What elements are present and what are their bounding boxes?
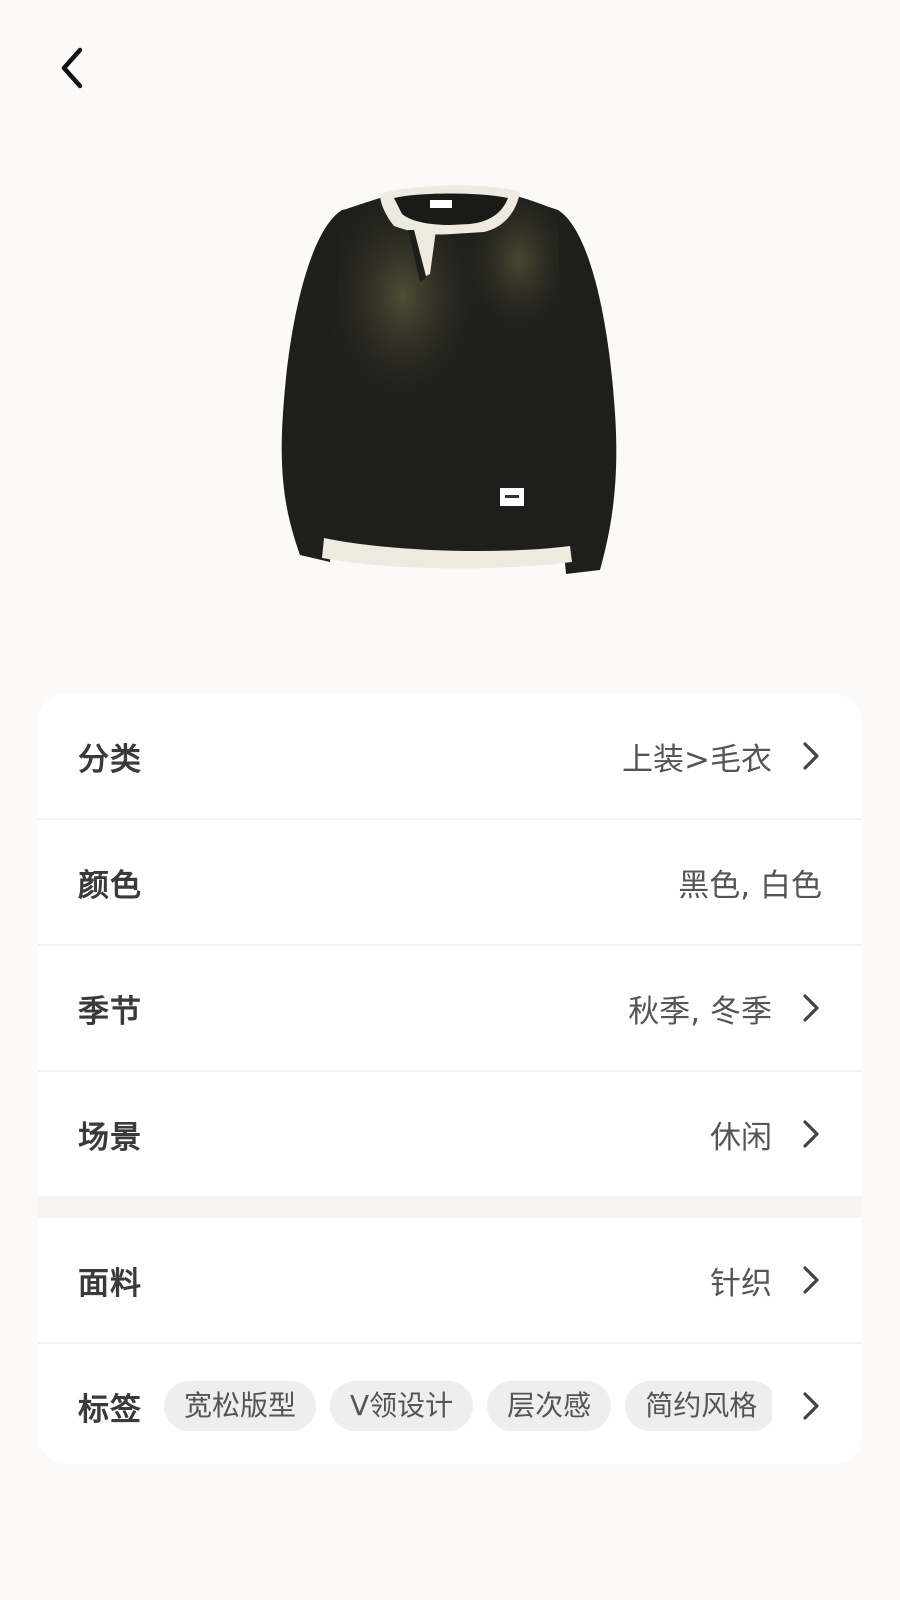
tag-chip[interactable]: 宽松版型: [164, 1381, 317, 1431]
chevron-right-icon: [788, 1114, 822, 1154]
tag-chip[interactable]: 层次感: [487, 1381, 612, 1431]
back-button[interactable]: [44, 40, 100, 96]
product-image: [270, 170, 630, 600]
chevron-right-icon: [788, 988, 822, 1028]
item-detail-page: 分类 上装>毛衣 颜色 黑色, 白色 季节 秋季, 冬季 场景 休闲 面料 针织…: [0, 0, 900, 1600]
row-fabric[interactable]: 面料 针织: [38, 1218, 862, 1342]
fabric-label: 面料: [78, 1265, 142, 1302]
row-season[interactable]: 季节 秋季, 冬季: [38, 946, 862, 1070]
chevron-right-icon: [788, 1260, 822, 1300]
section-separator: [38, 1196, 862, 1218]
row-tags[interactable]: 标签 宽松版型 V领设计 层次感 简约风格: [38, 1344, 862, 1464]
row-category[interactable]: 分类 上装>毛衣: [38, 694, 862, 818]
row-color: 颜色 黑色, 白色: [38, 820, 862, 944]
tag-list: 宽松版型 V领设计 层次感 简约风格: [164, 1381, 772, 1431]
chevron-right-icon: [788, 736, 822, 776]
tag-chip[interactable]: V领设计: [330, 1381, 474, 1431]
attributes-card: 分类 上装>毛衣 颜色 黑色, 白色 季节 秋季, 冬季 场景 休闲 面料 针织…: [38, 694, 862, 1464]
color-value: 黑色, 白色: [678, 867, 822, 904]
chevron-right-icon: [788, 1386, 822, 1426]
season-value: 秋季, 冬季: [628, 993, 772, 1030]
tags-label: 标签: [78, 1391, 142, 1428]
season-label: 季节: [78, 993, 142, 1030]
category-label: 分类: [78, 741, 142, 778]
tag-chip[interactable]: 简约风格: [625, 1381, 772, 1431]
scene-value: 休闲: [710, 1119, 772, 1156]
row-scene[interactable]: 场景 休闲: [38, 1072, 862, 1196]
chevron-left-icon: [61, 47, 83, 89]
fabric-value: 针织: [710, 1265, 772, 1302]
color-label: 颜色: [78, 867, 142, 904]
category-value: 上装>毛衣: [622, 741, 772, 778]
scene-label: 场景: [78, 1119, 142, 1156]
